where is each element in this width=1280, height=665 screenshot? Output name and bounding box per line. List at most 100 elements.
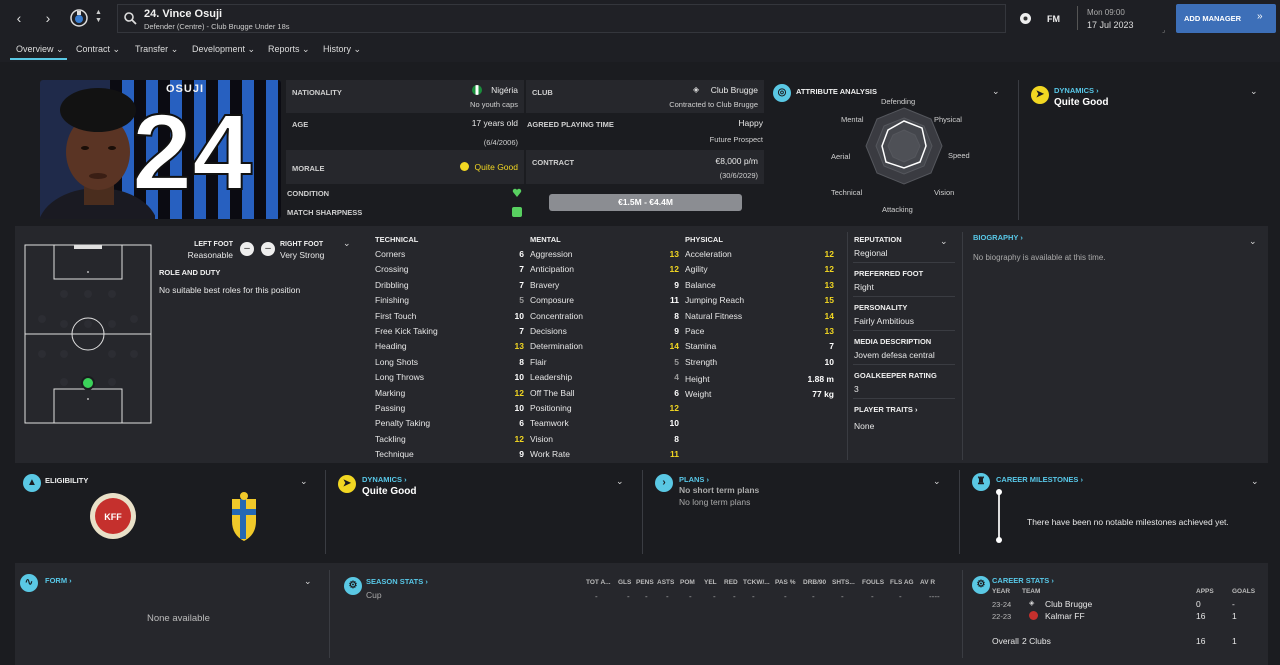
chevron-updown-icon[interactable]: ▲ ▼	[95, 9, 102, 25]
season-stats-column-header[interactable]: YEL	[704, 579, 717, 586]
tab-history[interactable]: History ⌄	[323, 44, 361, 55]
chevron-down-icon[interactable]: ⌄	[300, 476, 310, 486]
chevron-down-icon[interactable]: ⌄	[1250, 86, 1260, 96]
player-traits-link[interactable]: PLAYER TRAITS ›	[854, 405, 918, 414]
add-manager-button[interactable]: ADD MANAGER »	[1176, 4, 1276, 33]
attribute-row[interactable]: Agility 12	[685, 262, 834, 277]
attribute-row[interactable]: Work Rate 11	[530, 447, 679, 462]
attribute-row[interactable]: Positioning 12	[530, 401, 679, 416]
chevron-down-icon[interactable]: ⌄	[992, 86, 1002, 96]
attribute-row[interactable]: Dribbling 7	[375, 278, 524, 293]
forward-arrow-icon[interactable]: ›	[38, 8, 58, 28]
attribute-row[interactable]: Passing 10	[375, 401, 524, 416]
attribute-row[interactable]: Anticipation 12	[530, 262, 679, 277]
plans-title-link[interactable]: PLANS ›	[679, 475, 709, 484]
club-brugge-crest-icon[interactable]	[70, 9, 88, 27]
chevron-down-icon[interactable]: ⌄	[1249, 236, 1259, 246]
divider	[959, 470, 960, 554]
season-stats-column-header[interactable]: TOT A...	[586, 579, 611, 586]
season-stats-column-header[interactable]: FOULS	[862, 579, 884, 586]
attribute-row[interactable]: Decisions 9	[530, 324, 679, 339]
season-stats-column-header[interactable]: RED	[724, 579, 738, 586]
chevron-down-icon[interactable]: ⌄	[343, 238, 353, 248]
attribute-row[interactable]: Off The Ball 6	[530, 386, 679, 401]
attribute-row[interactable]: Corners 6	[375, 247, 524, 262]
fm-logo[interactable]: FM	[1047, 14, 1060, 24]
attribute-row[interactable]: Teamwork 10	[530, 416, 679, 431]
attribute-row[interactable]: Balance 13	[685, 278, 834, 293]
season-stats-column-header[interactable]: GLS	[618, 579, 631, 586]
sweden-badge[interactable]	[229, 491, 259, 543]
value-range-bar[interactable]: €1.5M - €4.4M	[549, 194, 742, 211]
tab-development[interactable]: Development ⌄	[192, 44, 255, 55]
attribute-row[interactable]: Long Shots 8	[375, 355, 524, 370]
attribute-row[interactable]: Natural Fitness 14	[685, 309, 834, 324]
attribute-row[interactable]: Composure 11	[530, 293, 679, 308]
season-stats-column-header[interactable]: POM	[680, 579, 695, 586]
reputation-label: REPUTATION	[854, 235, 902, 244]
season-stats-title-link[interactable]: SEASON STATS ›	[366, 577, 428, 586]
attribute-row[interactable]: Pace 13	[685, 324, 834, 339]
season-stats-column-header[interactable]: DRB/90	[803, 579, 826, 586]
attribute-row[interactable]: Flair 5	[530, 355, 679, 370]
attribute-row[interactable]: Leadership 4	[530, 370, 679, 385]
season-stats-column-header[interactable]: PENS	[636, 579, 654, 586]
chevron-down-icon[interactable]: ⌄	[304, 576, 314, 586]
club-value[interactable]: Club Brugge	[711, 85, 758, 95]
season-stats-column-header[interactable]: SHTS...	[832, 579, 855, 586]
wage-value[interactable]: €8,000 p/m	[715, 156, 758, 166]
biography-title-link[interactable]: BIOGRAPHY ›	[973, 233, 1023, 242]
attribute-row[interactable]: Heading 13	[375, 339, 524, 354]
chevron-down-icon[interactable]: ⌄	[933, 476, 943, 486]
attribute-row[interactable]: Free Kick Taking 7	[375, 324, 524, 339]
attribute-value: 7	[519, 279, 524, 290]
table-row[interactable]: 23-24 ◈ Club Brugge 0 -	[970, 598, 1268, 610]
chevron-down-icon[interactable]: ⌄	[940, 236, 950, 246]
morale-value[interactable]: Quite Good	[475, 162, 518, 172]
attribute-row[interactable]: Strength 10	[685, 355, 834, 370]
career-stats-title-link[interactable]: CAREER STATS ›	[992, 576, 1054, 585]
season-stats-column-header[interactable]: PAS %	[775, 579, 795, 586]
attribute-row[interactable]: Finishing 5	[375, 293, 524, 308]
attribute-row[interactable]: Aggression 13	[530, 247, 679, 262]
table-row[interactable]: 22-23 Kalmar FF 16 1	[970, 610, 1268, 622]
tab-overview[interactable]: Overview ⌄	[16, 44, 64, 55]
dynamics-bottom-title-link[interactable]: DYNAMICS ›	[362, 475, 407, 484]
attribute-row[interactable]: Technique 9	[375, 447, 524, 462]
attribute-row[interactable]: Tackling 12	[375, 432, 524, 447]
season-stats-column-header[interactable]: AV R	[920, 579, 935, 586]
chevron-down-icon[interactable]: ⌄	[616, 476, 626, 486]
attribute-row[interactable]: Penalty Taking 6	[375, 416, 524, 431]
nationality-value[interactable]: Nigéria	[491, 85, 518, 95]
attribute-row[interactable]: Crossing 7	[375, 262, 524, 277]
attribute-row[interactable]: First Touch 10	[375, 309, 524, 324]
chevron-down-icon[interactable]: ⌄	[1251, 476, 1261, 486]
morale-label: MORALE	[292, 164, 325, 173]
season-stats-column-header[interactable]: TCKW/...	[743, 579, 770, 586]
season-stats-column-header[interactable]: ASTS	[657, 579, 674, 586]
attribute-row[interactable]: Concentration 8	[530, 309, 679, 324]
attribute-name: Agility	[685, 264, 708, 275]
attribute-name: Determination	[530, 341, 583, 352]
attribute-row[interactable]: Marking 12	[375, 386, 524, 401]
back-arrow-icon[interactable]: ‹	[9, 8, 29, 28]
attribute-row[interactable]: Long Throws 10	[375, 370, 524, 385]
tab-contract[interactable]: Contract ⌄	[76, 44, 120, 55]
dynamics-title-link[interactable]: DYNAMICS ›	[1054, 86, 1099, 95]
kalmar-ff-badge[interactable]: KFF	[88, 491, 138, 541]
attribute-value: 12	[824, 249, 834, 259]
attribute-row[interactable]: Vision 8	[530, 432, 679, 447]
tab-transfer[interactable]: Transfer ⌄	[135, 44, 178, 55]
form-title-link[interactable]: FORM ›	[45, 576, 72, 585]
attribute-row[interactable]: Acceleration 12	[685, 247, 834, 262]
attribute-row[interactable]: Bravery 9	[530, 278, 679, 293]
career-milestones-title-link[interactable]: CAREER MILESTONES ›	[996, 475, 1083, 484]
attribute-row[interactable]: Determination 14	[530, 339, 679, 354]
mental-column: MENTAL Aggression 13 Anticipation 12 Bravery…	[530, 235, 679, 465]
attribute-row[interactable]: Jumping Reach 15	[685, 293, 834, 308]
season-stats-column-header[interactable]: FLS AG	[890, 579, 914, 586]
ball-icon[interactable]	[1019, 12, 1032, 25]
attribute-row[interactable]: Stamina 7	[685, 339, 834, 354]
tab-reports[interactable]: Reports ⌄	[268, 44, 310, 55]
search-icon[interactable]	[124, 12, 137, 25]
